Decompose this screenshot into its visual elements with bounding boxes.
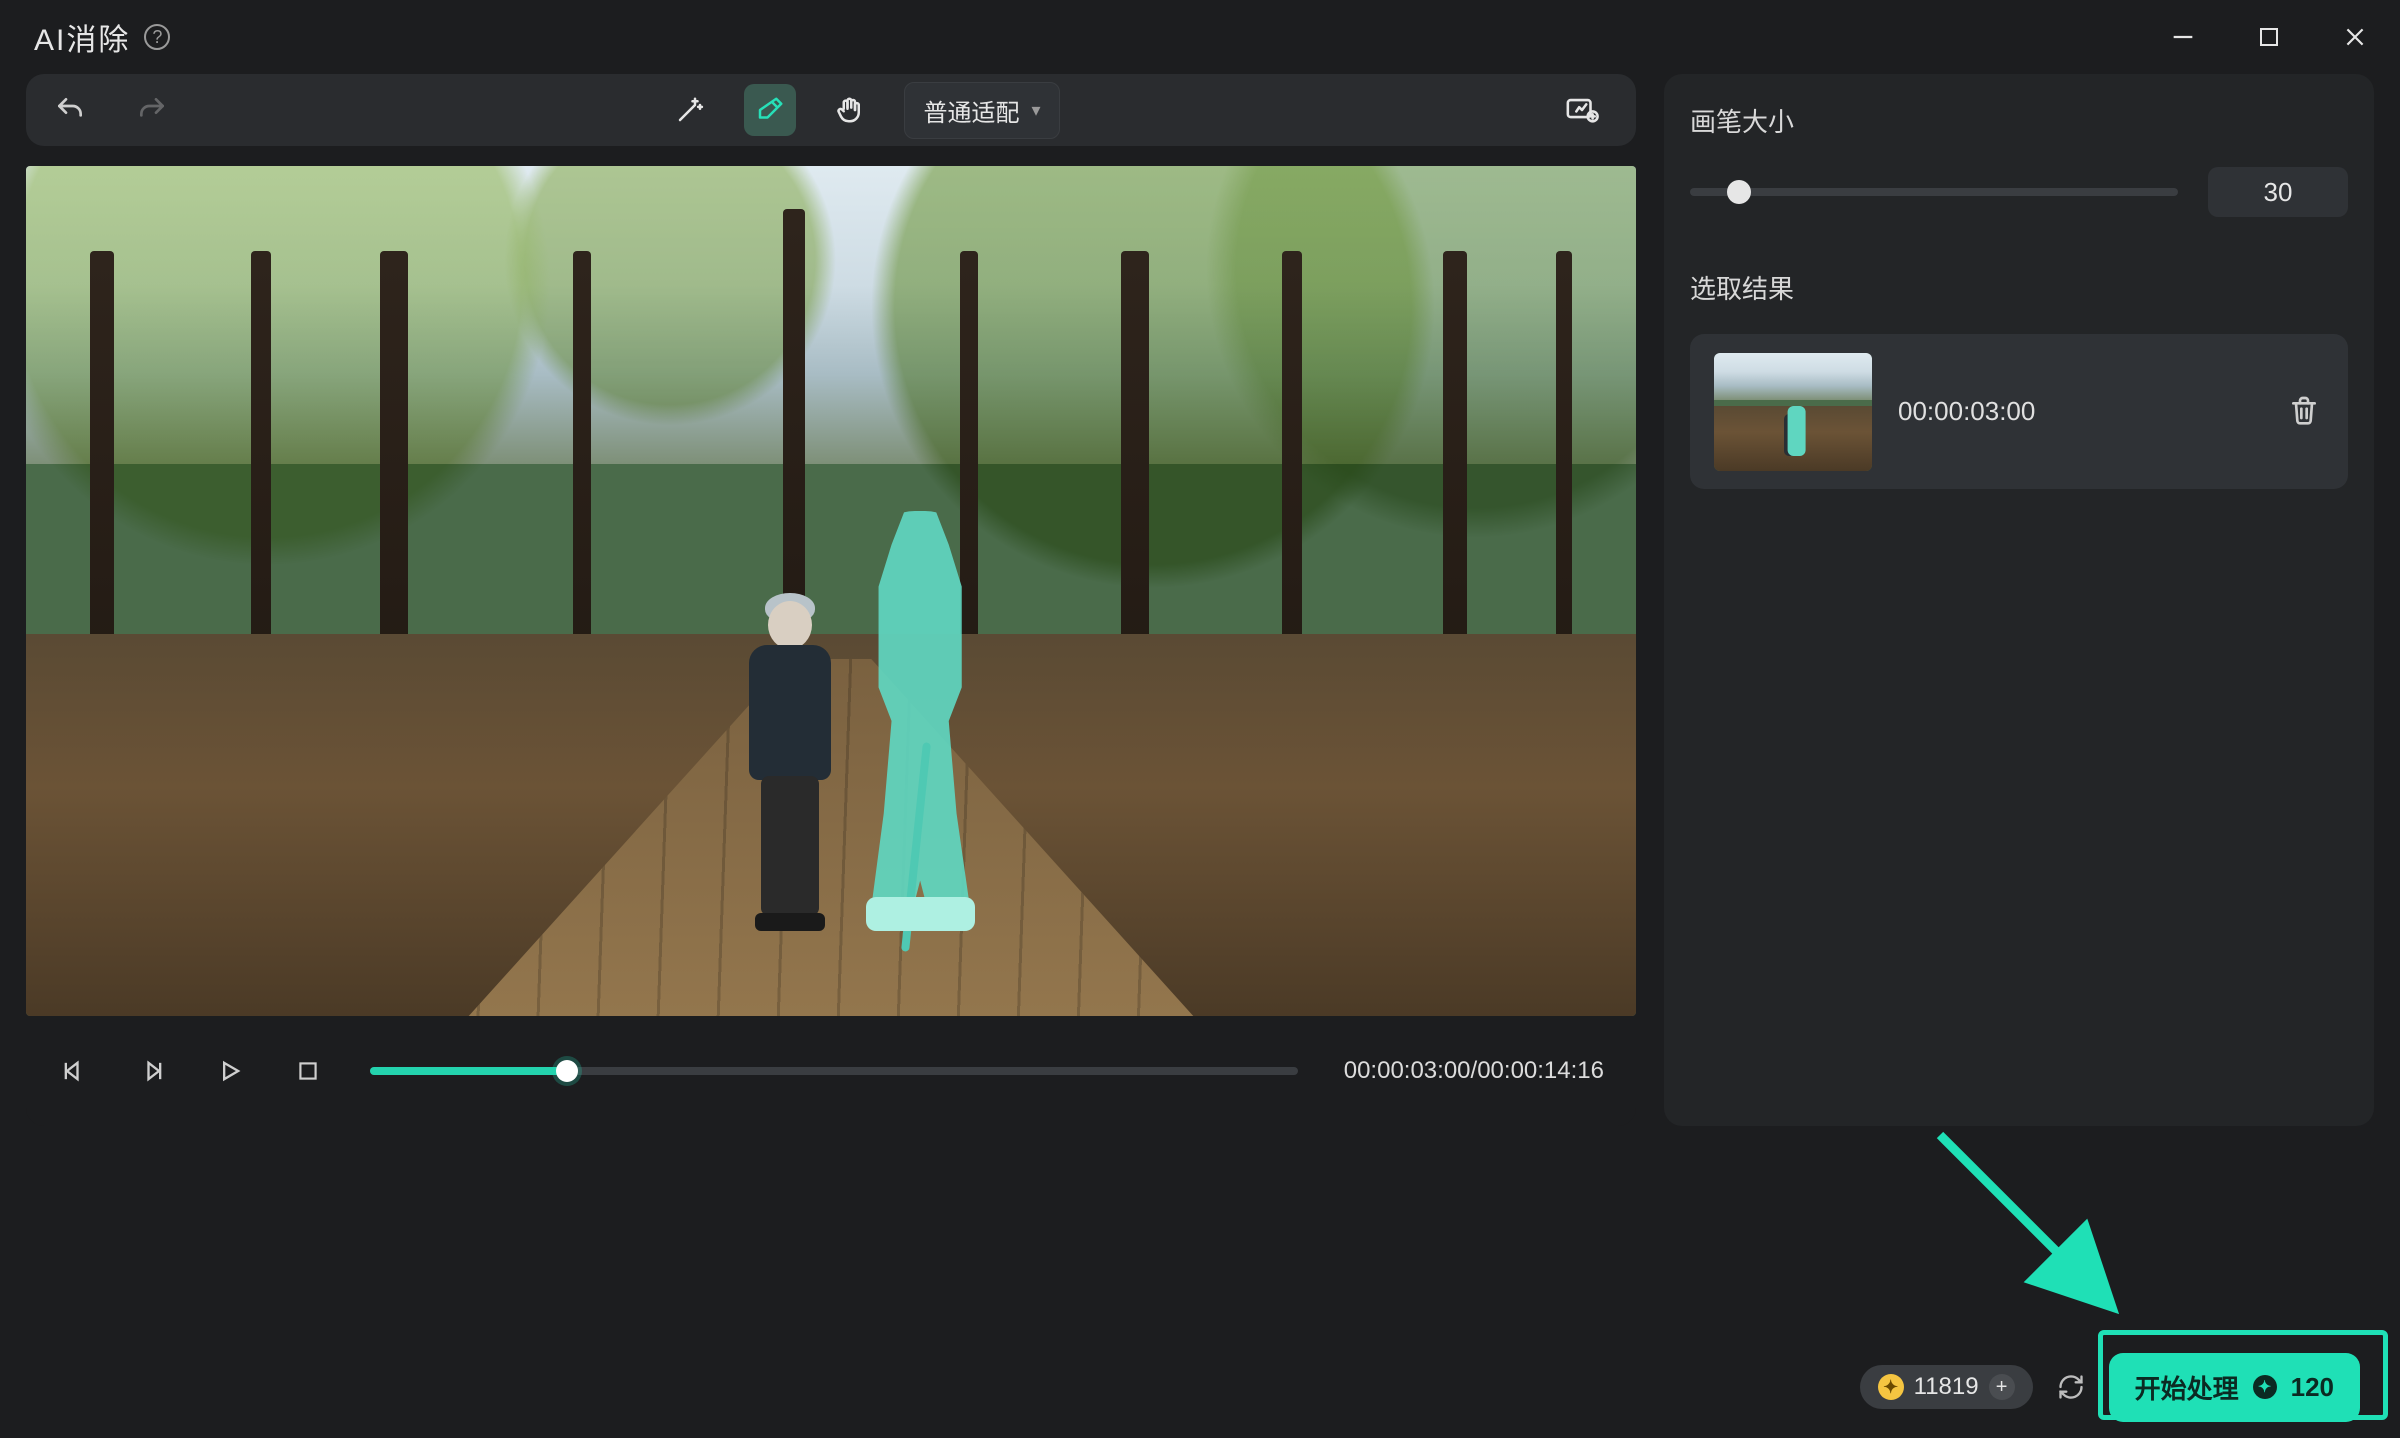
timecode-display: 00:00:03:00/00:00:14:16 bbox=[1344, 1057, 1604, 1085]
help-icon[interactable]: ? bbox=[144, 24, 170, 50]
refresh-button[interactable] bbox=[2057, 1373, 2085, 1401]
brush-size-slider[interactable] bbox=[1690, 188, 2178, 196]
compare-toggle[interactable] bbox=[1556, 84, 1608, 136]
start-button-label: 开始处理 bbox=[2135, 1369, 2239, 1406]
results-label: 选取结果 bbox=[1690, 269, 2348, 306]
pan-tool[interactable] bbox=[824, 84, 876, 136]
stop-button[interactable] bbox=[292, 1055, 324, 1087]
window-close-button[interactable] bbox=[2338, 20, 2372, 54]
magic-select-tool[interactable] bbox=[664, 84, 716, 136]
brush-size-label: 画笔大小 bbox=[1690, 102, 2348, 139]
editor-toolbar: 普通适配 ▾ bbox=[26, 74, 1636, 146]
footer-bar: ✦ 11819 + 开始处理 ✦ 120 bbox=[26, 1352, 2374, 1422]
start-button-cost: 120 bbox=[2291, 1372, 2334, 1403]
video-canvas[interactable] bbox=[26, 166, 1636, 1016]
person-background bbox=[742, 601, 837, 931]
window-maximize-button[interactable] bbox=[2252, 20, 2286, 54]
playback-bar: 00:00:03:00/00:00:14:16 bbox=[26, 1016, 1636, 1126]
selection-result-item[interactable]: 00:00:03:00 bbox=[1690, 334, 2348, 489]
prev-frame-button[interactable] bbox=[58, 1055, 90, 1087]
add-credits-icon[interactable]: + bbox=[1989, 1374, 2015, 1400]
result-timecode: 00:00:03:00 bbox=[1898, 396, 2262, 427]
titlebar: AI消除 ? bbox=[0, 0, 2400, 74]
side-panel: 画笔大小 30 选取结果 00:00:03:00 bbox=[1664, 74, 2374, 1126]
editor-panel: 普通适配 ▾ bbox=[26, 74, 1636, 1126]
delete-result-button[interactable] bbox=[2288, 394, 2324, 430]
start-process-button[interactable]: 开始处理 ✦ 120 bbox=[2109, 1353, 2360, 1422]
eraser-tool[interactable] bbox=[744, 84, 796, 136]
result-thumbnail bbox=[1714, 353, 1872, 471]
fit-mode-label: 普通适配 bbox=[923, 93, 1019, 128]
fit-mode-dropdown[interactable]: 普通适配 ▾ bbox=[904, 82, 1059, 139]
play-button[interactable] bbox=[214, 1055, 246, 1087]
window-title: AI消除 bbox=[34, 15, 130, 59]
seek-slider[interactable] bbox=[370, 1067, 1298, 1075]
redo-button[interactable] bbox=[136, 94, 168, 126]
credits-pill[interactable]: ✦ 11819 + bbox=[1860, 1365, 2033, 1409]
coin-icon: ✦ bbox=[1878, 1374, 1904, 1400]
next-frame-button[interactable] bbox=[136, 1055, 168, 1087]
window-minimize-button[interactable] bbox=[2166, 20, 2200, 54]
chevron-down-icon: ▾ bbox=[1031, 100, 1040, 121]
selection-mask-person bbox=[855, 511, 985, 931]
undo-button[interactable] bbox=[54, 94, 86, 126]
credits-value: 11819 bbox=[1914, 1373, 1979, 1401]
coin-small-icon: ✦ bbox=[2253, 1375, 2277, 1399]
annotation-arrow-icon bbox=[1930, 1125, 2130, 1325]
brush-size-value[interactable]: 30 bbox=[2208, 167, 2348, 217]
